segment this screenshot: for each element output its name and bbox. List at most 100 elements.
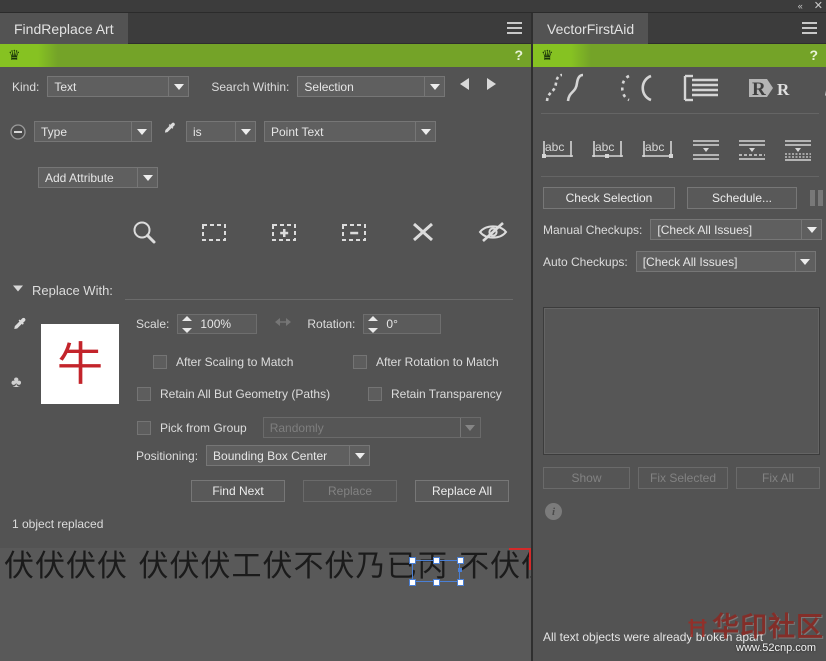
- left-promo-bar[interactable]: ♛ ?: [0, 44, 531, 67]
- replace-button[interactable]: Replace: [303, 480, 397, 502]
- find-next-button[interactable]: Find Next: [191, 480, 285, 502]
- clubs-icon[interactable]: ♣: [11, 374, 22, 392]
- scale-stepper[interactable]: [180, 316, 194, 333]
- next-arrow-icon[interactable]: [485, 77, 497, 96]
- auto-checkups-row: Auto Checkups: [Check All Issues]: [543, 251, 816, 272]
- vfa-tool-row-1: R R S S: [541, 71, 826, 105]
- pick-from-group-select[interactable]: Randomly: [262, 417, 481, 438]
- hide-icon[interactable]: [478, 219, 508, 250]
- tab-vectorfirstaid[interactable]: VectorFirstAid: [533, 13, 649, 44]
- artboard-edge-line-vertical: [529, 548, 531, 570]
- auto-checkups-value: [Check All Issues]: [642, 254, 738, 269]
- search-within-select[interactable]: Selection: [297, 76, 446, 97]
- retain-transparency-label: Retain Transparency: [391, 387, 502, 401]
- panel-menu-icon[interactable]: [507, 22, 522, 34]
- delete-icon[interactable]: [410, 219, 436, 250]
- smooth-paths-icon[interactable]: [541, 71, 589, 105]
- after-rotation-checkbox[interactable]: [353, 355, 367, 369]
- selection-handle[interactable]: [409, 579, 416, 586]
- replace-with-header[interactable]: Replace With:: [12, 281, 113, 299]
- positioning-select[interactable]: Bounding Box Center: [206, 445, 371, 466]
- vectorfirstaid-panel: VectorFirstAid ♛ ? R R abc abc abc Check…: [533, 13, 826, 661]
- fix-selected-label: Fix Selected: [649, 471, 717, 485]
- rotation-value: 0°: [386, 317, 398, 331]
- kind-select[interactable]: Text: [47, 76, 190, 97]
- criteria-operator-select[interactable]: is: [186, 121, 256, 142]
- artboard-preview[interactable]: 伏伏伏伏 伏伏伏工伏不伏乃已丙 不伏伏伏伏伏伏伏: [0, 548, 531, 661]
- retain-transparency-checkbox[interactable]: [368, 387, 382, 401]
- stroke-weight-single-icon[interactable]: [691, 135, 721, 163]
- add-attribute-select[interactable]: Add Attribute: [38, 167, 158, 188]
- fix-selected-button[interactable]: Fix Selected: [638, 467, 728, 489]
- auto-checkups-select[interactable]: [Check All Issues]: [635, 251, 816, 272]
- scale-input[interactable]: 100%: [177, 314, 258, 334]
- text-center-icon[interactable]: abc: [591, 135, 625, 163]
- stroke-weight-multi-icon[interactable]: [783, 135, 813, 163]
- selection-handle[interactable]: [457, 557, 464, 564]
- window-controls: « ✕: [798, 0, 823, 13]
- info-icon[interactable]: i: [545, 503, 562, 520]
- eyedropper-icon[interactable]: [162, 121, 178, 142]
- pick-from-group-label: Pick from Group: [160, 420, 247, 435]
- left-panel-tab-row: FindReplace Art: [0, 13, 531, 44]
- collapse-double-arrow-icon[interactable]: «: [798, 2, 803, 11]
- criteria-attribute-select[interactable]: Type: [34, 121, 152, 142]
- right-panel-tab-row: VectorFirstAid: [533, 13, 826, 44]
- vfa-tool-row-2: abc abc abc: [541, 135, 826, 163]
- text-outline-icon[interactable]: abc: [541, 135, 575, 163]
- issue-results-list[interactable]: [543, 307, 820, 455]
- show-button[interactable]: Show: [543, 467, 630, 489]
- right-status-text: All text objects were already broken apa…: [543, 630, 764, 644]
- after-scaling-checkbox[interactable]: [153, 355, 167, 369]
- panel-menu-icon[interactable]: [802, 22, 817, 34]
- chevron-down-icon: [801, 220, 821, 239]
- svg-text:abc: abc: [595, 140, 614, 154]
- fix-all-button[interactable]: Fix All: [736, 467, 820, 489]
- find-magnifier-icon[interactable]: [130, 218, 158, 251]
- select-subtract-icon[interactable]: [340, 218, 368, 251]
- select-replace-icon[interactable]: [200, 218, 228, 251]
- right-promo-bar[interactable]: ♛ ?: [533, 44, 826, 67]
- previous-arrow-icon[interactable]: [459, 77, 471, 96]
- manual-checkups-select[interactable]: [Check All Issues]: [650, 219, 823, 240]
- replacement-art-thumbnail[interactable]: 牛: [41, 324, 119, 404]
- replace-with-label: Replace With:: [32, 282, 113, 298]
- pause-icon[interactable]: [810, 190, 823, 206]
- manual-checkups-value: [Check All Issues]: [657, 222, 753, 237]
- left-help-icon[interactable]: ?: [514, 47, 523, 63]
- eyedropper-icon[interactable]: [11, 316, 29, 339]
- criteria-target-select[interactable]: Point Text: [264, 121, 436, 142]
- text-right-icon[interactable]: abc: [641, 135, 675, 163]
- close-icon[interactable]: ✕: [814, 1, 823, 12]
- search-within-select-value: Selection: [304, 79, 354, 94]
- retain-geometry-checkbox[interactable]: [137, 387, 151, 401]
- tab-findreplace-art[interactable]: FindReplace Art: [0, 13, 128, 44]
- check-selection-button[interactable]: Check Selection: [543, 187, 675, 209]
- rotation-stepper[interactable]: [366, 316, 380, 333]
- rotation-input[interactable]: 0°: [363, 314, 442, 334]
- selection-handle[interactable]: [433, 557, 440, 564]
- crown-icon: ♛: [8, 47, 21, 63]
- disclosure-triangle-down-icon[interactable]: [12, 281, 24, 299]
- vfa-separator-2: [541, 176, 819, 177]
- link-scale-rotation-icon[interactable]: [273, 315, 293, 334]
- right-help-icon[interactable]: ?: [809, 47, 818, 63]
- select-add-icon[interactable]: [270, 218, 298, 251]
- stroke-weight-dashed-icon[interactable]: [737, 135, 767, 163]
- replace-all-button[interactable]: Replace All: [415, 480, 509, 502]
- show-label: Show: [571, 471, 602, 485]
- simplify-curves-icon[interactable]: [613, 71, 657, 105]
- selection-handle[interactable]: [457, 579, 464, 586]
- criteria-attribute-value: Type: [41, 124, 68, 139]
- pick-from-group-checkbox[interactable]: [137, 420, 151, 435]
- selection-handle[interactable]: [409, 557, 416, 564]
- remove-criteria-icon[interactable]: [10, 123, 26, 140]
- selection-handle[interactable]: [433, 579, 440, 586]
- align-text-lines-icon[interactable]: [681, 71, 723, 105]
- positioning-value: Bounding Box Center: [213, 448, 328, 463]
- schedule-label: Schedule...: [711, 191, 773, 205]
- criteria-target-value: Point Text: [271, 124, 324, 139]
- manual-checkups-label: Manual Checkups:: [543, 222, 643, 237]
- convert-raster-text-icon[interactable]: R R: [747, 71, 801, 105]
- schedule-button[interactable]: Schedule...: [687, 187, 797, 209]
